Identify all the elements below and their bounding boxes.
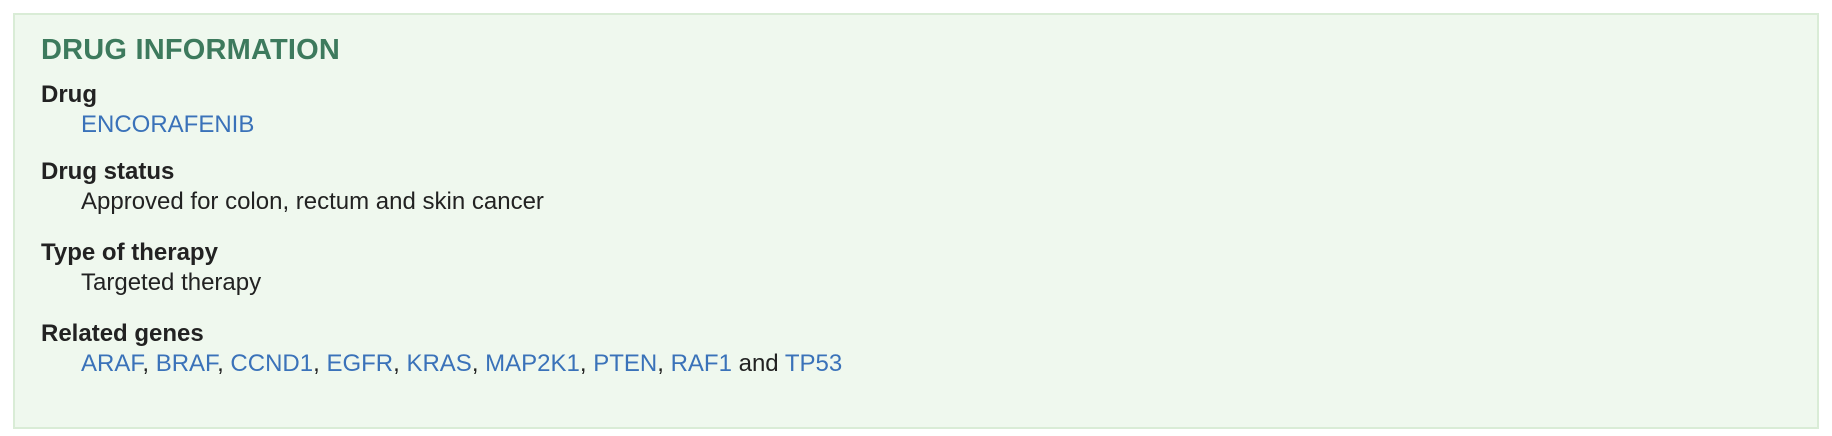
drug-information-panel: DRUG INFORMATION Drug ENCORAFENIB Drug s… xyxy=(13,13,1819,429)
gene-link-egfr[interactable]: EGFR xyxy=(326,350,393,377)
gene-separator: , xyxy=(579,350,587,377)
gene-separator: , xyxy=(313,350,320,377)
gene-link-ccnd1[interactable]: CCND1 xyxy=(230,350,313,377)
drug-field: Drug ENCORAFENIB xyxy=(41,80,1817,140)
related-genes-field: Related genes ARAF, BRAF, CCND1, EGFR, K… xyxy=(41,319,1817,379)
therapy-type-field: Type of therapy Targeted therapy xyxy=(41,238,1817,298)
gene-link-raf1[interactable]: RAF1 xyxy=(671,350,732,377)
drug-value-row: ENCORAFENIB xyxy=(41,110,1817,140)
drug-label: Drug xyxy=(41,81,97,108)
related-genes-list: ARAF, BRAF, CCND1, EGFR, KRAS, MAP2K1, P… xyxy=(41,349,1817,379)
gene-link-braf[interactable]: BRAF xyxy=(156,350,217,377)
drug-status-value: Approved for colon, rectum and skin canc… xyxy=(81,188,544,215)
gene-link-tp53[interactable]: TP53 xyxy=(785,350,842,377)
gene-link-araf[interactable]: ARAF xyxy=(81,350,142,377)
gene-conjunction: and xyxy=(738,350,779,377)
therapy-type-label: Type of therapy xyxy=(41,239,218,266)
panel-title: DRUG INFORMATION xyxy=(41,34,341,66)
drug-status-label: Drug status xyxy=(41,158,175,185)
drug-status-field: Drug status Approved for colon, rectum a… xyxy=(41,157,1817,217)
gene-link-pten[interactable]: PTEN xyxy=(593,350,657,377)
drug-link[interactable]: ENCORAFENIB xyxy=(81,111,254,138)
gene-link-kras[interactable]: KRAS xyxy=(406,350,471,377)
gene-separator: , xyxy=(142,350,150,377)
therapy-type-value: Targeted therapy xyxy=(81,269,262,296)
related-genes-label: Related genes xyxy=(41,320,204,347)
gene-separator: , xyxy=(393,350,400,377)
gene-separator: , xyxy=(471,350,479,377)
gene-separator: , xyxy=(217,350,224,377)
gene-link-map2k1[interactable]: MAP2K1 xyxy=(485,350,580,377)
gene-separator: , xyxy=(657,350,664,377)
